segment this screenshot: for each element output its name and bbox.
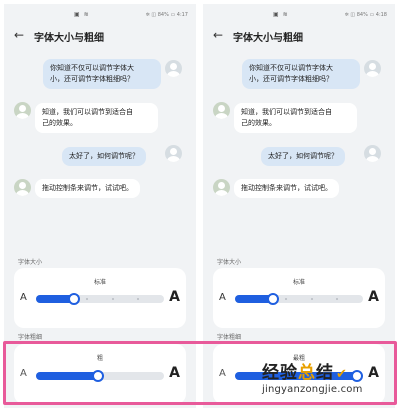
chat-bubble-outgoing: 太好了，如何调节呢？ xyxy=(261,147,345,166)
status-battery-time: ✲ ◫ 84% ▭ 4:18 xyxy=(344,12,387,18)
font-weight-slider-thumb[interactable] xyxy=(91,370,104,382)
slider-tick xyxy=(336,298,339,300)
font-size-large-a: A xyxy=(169,289,180,305)
watermark-text-b: 总 xyxy=(298,363,316,383)
back-arrow-icon[interactable]: ← xyxy=(14,29,24,41)
slider-tick xyxy=(310,298,313,300)
font-weight-section-label: 字体粗细 xyxy=(217,334,242,341)
watermark-text-a: 经验 xyxy=(262,363,298,383)
slider-tick xyxy=(285,298,288,300)
font-size-value: 标准 xyxy=(93,279,106,286)
chat-bubble-outgoing: 你知道不仅可以调节字体大 小，还可调节字体粗细吗？ xyxy=(43,59,161,89)
font-size-slider-thumb[interactable] xyxy=(267,293,280,305)
chat-bubble-incoming: 知道，我们可以调节到适合自 己的效果。 xyxy=(234,103,357,133)
font-size-section-label: 字体大小 xyxy=(18,259,43,266)
watermark-logo: 经验总结 ✔ jingyanzongjie.com xyxy=(262,358,363,395)
font-weight-light-a: A xyxy=(20,368,27,379)
font-weight-section-label: 字体粗细 xyxy=(18,334,43,341)
font-size-card: 标准 A A xyxy=(213,268,385,328)
font-weight-bold-a: A xyxy=(169,365,180,381)
status-bar: ▣ ≋ ✲ ◫ 84% ▭ 4:17 xyxy=(4,10,196,20)
watermark-text-c: 结 xyxy=(316,363,334,383)
avatar xyxy=(165,145,182,162)
chat-bubble-outgoing: 太好了，如何调节呢？ xyxy=(62,147,146,166)
status-battery-time: ✲ ◫ 84% ▭ 4:17 xyxy=(145,12,188,18)
avatar xyxy=(14,179,31,196)
chat-bubble-incoming: 知道，我们可以调节到适合自 己的效果。 xyxy=(35,103,158,133)
status-bar: ▣ ≋ ✲ ◫ 84% ▭ 4:18 xyxy=(203,10,395,20)
font-weight-bold-a: A xyxy=(368,365,379,381)
slider-tick xyxy=(111,298,114,300)
page-title: 字体大小与粗细 xyxy=(34,33,104,44)
avatar xyxy=(213,179,230,196)
chat-bubble-incoming: 拖动控制条来调节，试试吧。 xyxy=(35,179,140,198)
font-size-section-label: 字体大小 xyxy=(217,259,242,266)
font-size-slider[interactable] xyxy=(36,293,164,305)
avatar xyxy=(364,60,381,77)
font-weight-light-a: A xyxy=(219,368,226,379)
font-size-slider[interactable] xyxy=(235,293,363,305)
watermark-url: jingyanzongjie.com xyxy=(262,384,363,395)
avatar xyxy=(14,102,31,119)
avatar xyxy=(364,145,381,162)
slider-tick xyxy=(137,298,140,300)
font-weight-card: 粗 A A xyxy=(14,344,186,404)
font-size-value: 标准 xyxy=(292,279,305,286)
avatar xyxy=(213,102,230,119)
page-title: 字体大小与粗细 xyxy=(233,33,303,44)
chat-bubble-outgoing: 你知道不仅可以调节字体大 小，还可调节字体粗细吗？ xyxy=(242,59,360,89)
font-size-small-a: A xyxy=(20,292,27,303)
phone-screen-right: ▣ ≋ ✲ ◫ 84% ▭ 4:18 ← 字体大小与粗细 你知道不仅可以调节字体… xyxy=(203,4,395,408)
avatar xyxy=(165,60,182,77)
font-size-small-a: A xyxy=(219,292,226,303)
slider-tick xyxy=(86,298,89,300)
chat-bubble-incoming: 拖动控制条来调节，试试吧。 xyxy=(234,179,339,198)
font-weight-slider-fill xyxy=(36,372,98,380)
check-icon: ✔ xyxy=(336,367,347,382)
font-weight-value: 粗 xyxy=(96,355,103,362)
title-bar: ← 字体大小与粗细 xyxy=(213,28,383,44)
font-weight-slider[interactable] xyxy=(36,370,164,382)
status-icons: ▣ ≋ xyxy=(273,11,289,18)
back-arrow-icon[interactable]: ← xyxy=(213,29,223,41)
font-size-large-a: A xyxy=(368,289,379,305)
font-size-card: 标准 A A xyxy=(14,268,186,328)
phone-screen-left: ▣ ≋ ✲ ◫ 84% ▭ 4:17 ← 字体大小与粗细 你知道不仅可以调节字体… xyxy=(4,4,196,408)
status-icons: ▣ ≋ xyxy=(74,11,90,18)
title-bar: ← 字体大小与粗细 xyxy=(14,28,184,44)
font-size-slider-thumb[interactable] xyxy=(68,293,81,305)
